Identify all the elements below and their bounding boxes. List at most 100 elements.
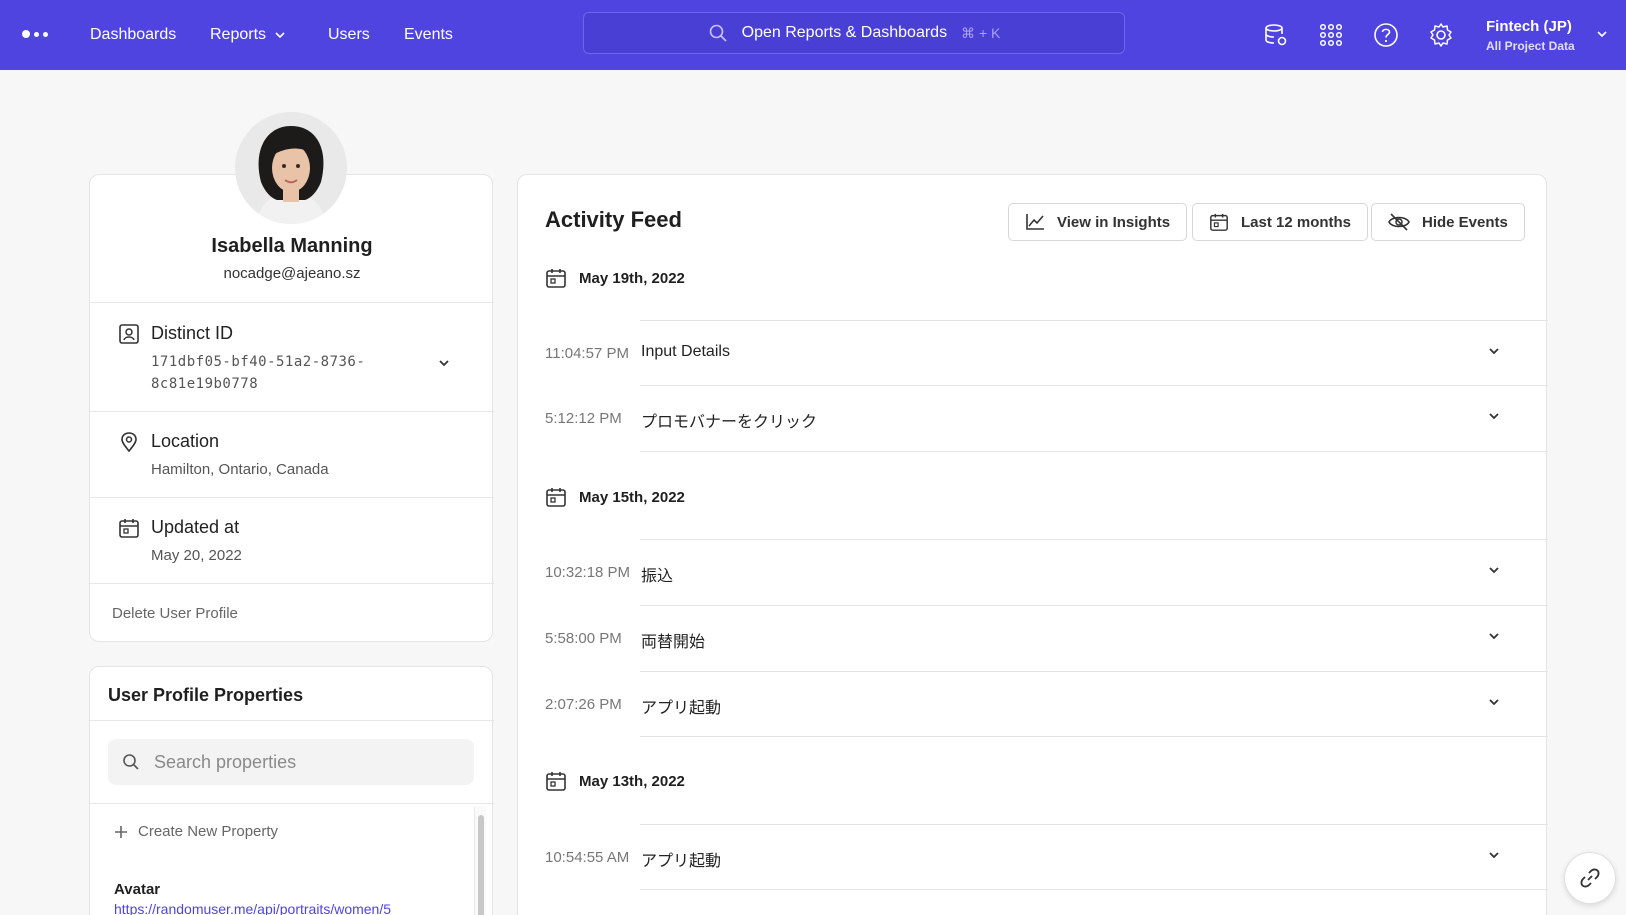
distinct-id-line-2: 8c81e19b0778 — [151, 376, 259, 392]
day-header: May 13th, 2022 — [545, 770, 685, 792]
project-scope: All Project Data — [1486, 39, 1575, 53]
event-row[interactable]: 10:32:18 PM 振込 — [518, 540, 1548, 604]
settings-icon[interactable] — [1428, 22, 1454, 48]
chevron-down-icon[interactable] — [1596, 30, 1608, 38]
nav-events[interactable]: Events — [404, 26, 453, 44]
event-name: アプリ起動 — [641, 853, 722, 870]
chevron-down-icon[interactable] — [1488, 632, 1500, 640]
nav-events-label: Events — [404, 26, 453, 43]
event-time: 11:04:57 PM — [545, 345, 629, 362]
chevron-down-icon[interactable] — [438, 359, 450, 367]
properties-search-input[interactable] — [154, 751, 454, 773]
project-selector[interactable]: Fintech (JP) All Project Data — [1486, 18, 1575, 53]
link-icon — [1580, 868, 1600, 888]
nav-reports-label: Reports — [210, 26, 267, 43]
day-date: May 19th, 2022 — [579, 269, 685, 287]
updated-at-value: May 20, 2022 — [151, 547, 242, 564]
properties-title: User Profile Properties — [108, 685, 304, 705]
avatar-portrait-image — [235, 112, 347, 224]
divider — [90, 497, 494, 498]
create-new-property-button[interactable]: Create New Property — [114, 823, 278, 840]
location-label: Location — [151, 431, 220, 451]
avatar — [235, 112, 347, 224]
date-range-button[interactable]: Last 12 months — [1192, 203, 1369, 241]
calendar-icon — [546, 488, 566, 507]
create-new-property-label: Create New Property — [138, 823, 279, 840]
nav-dashboards[interactable]: Dashboards — [90, 26, 176, 44]
day-header: May 19th, 2022 — [545, 267, 685, 289]
nav-users-label: Users — [328, 26, 370, 43]
global-search-bar[interactable]: Open Reports & Dashboards ⌘ + K — [583, 12, 1125, 54]
calendar-icon — [119, 519, 139, 538]
event-row[interactable]: 10:54:55 AM アプリ起動 — [518, 825, 1548, 889]
plus-icon — [115, 825, 127, 838]
event-row[interactable]: 5:12:12 PM プロモバナーをクリック — [518, 386, 1548, 450]
chevron-down-icon[interactable] — [1488, 412, 1500, 420]
chevron-down-icon[interactable] — [1488, 851, 1500, 859]
eye-off-icon — [1388, 213, 1410, 231]
view-in-insights-button[interactable]: View in Insights — [1008, 203, 1188, 241]
event-name: 振込 — [641, 568, 674, 585]
avatar-property-url[interactable]: https://randomuser.me/api/portraits/wome… — [114, 901, 450, 915]
scrollbar-thumb[interactable] — [478, 815, 484, 915]
search-label: Open Reports & Dashboards — [741, 24, 948, 41]
hide-events-button[interactable]: Hide Events — [1371, 203, 1525, 241]
event-row[interactable]: 11:04:57 PM Input Details — [518, 321, 1548, 385]
calendar-icon — [546, 772, 566, 791]
activity-feed-title: Activity Feed — [545, 207, 682, 232]
day-date: May 13th, 2022 — [579, 772, 685, 790]
event-row[interactable]: 5:58:00 PM 両替開始 — [518, 606, 1548, 670]
project-name: Fintech (JP) — [1486, 18, 1572, 35]
location-pin-icon — [121, 432, 137, 453]
distinct-id-value: 171dbf05-bf40-51a2-8736- 8c81e19b0778 — [151, 351, 365, 395]
data-management-icon[interactable] — [1263, 22, 1289, 48]
distinct-id-row: Distinct ID 171dbf05-bf40-51a2-8736- 8c8… — [118, 323, 478, 407]
search-icon — [123, 754, 139, 770]
nav-users[interactable]: Users — [328, 26, 370, 44]
help-icon[interactable] — [1373, 22, 1399, 48]
event-time: 5:12:12 PM — [545, 410, 622, 427]
day-date: May 15th, 2022 — [579, 488, 685, 506]
event-name: Input Details — [641, 343, 730, 360]
location-row: Location Hamilton, Ontario, Canada — [118, 431, 478, 491]
apps-grid-icon[interactable] — [1318, 22, 1344, 48]
search-shortcut-hint: ⌘ + K — [961, 24, 1001, 41]
user-name: Isabella Manning — [211, 235, 373, 257]
day-header: May 15th, 2022 — [545, 486, 685, 508]
app-logo-icon[interactable] — [22, 30, 48, 38]
event-row[interactable]: 2:07:26 PM アプリ起動 — [518, 672, 1548, 736]
event-time: 10:32:18 PM — [545, 564, 631, 581]
divider — [90, 302, 494, 303]
nav-reports[interactable]: Reports — [210, 26, 286, 44]
delete-user-profile-link[interactable]: Delete User Profile — [112, 605, 238, 622]
divider — [90, 583, 494, 584]
divider — [90, 720, 494, 721]
view-in-insights-label: View in Insights — [1057, 213, 1171, 231]
divider — [90, 803, 494, 804]
calendar-icon — [546, 269, 566, 288]
divider — [640, 451, 1548, 452]
copy-link-button[interactable] — [1564, 852, 1616, 904]
event-name: アプリ起動 — [641, 700, 722, 717]
nav-dashboards-label: Dashboards — [90, 26, 177, 43]
chevron-down-icon[interactable] — [1488, 698, 1500, 706]
divider — [640, 889, 1548, 890]
top-navigation-bar: Dashboards Reports Users Events Open Rep… — [0, 0, 1626, 70]
properties-search-box — [108, 739, 474, 785]
chevron-down-icon[interactable] — [1488, 347, 1500, 355]
user-profile-properties-card: User Profile Properties Create New Prope… — [89, 666, 494, 915]
location-value: Hamilton, Ontario, Canada — [151, 461, 329, 478]
user-profile-card: Isabella Manning nocadge@ajeano.sz Disti… — [89, 174, 494, 642]
properties-scrollbar[interactable] — [474, 807, 486, 915]
id-badge-icon — [119, 324, 139, 344]
event-time: 5:58:00 PM — [545, 630, 622, 647]
hide-events-label: Hide Events — [1422, 213, 1508, 231]
event-time: 2:07:26 PM — [545, 696, 622, 713]
calendar-icon — [1210, 213, 1228, 231]
event-name: 両替開始 — [641, 634, 706, 651]
activity-feed-card: Activity Feed View in Insights Last 12 m… — [517, 174, 1548, 915]
line-chart-icon — [1026, 214, 1044, 230]
chevron-down-icon[interactable] — [1488, 566, 1500, 574]
divider — [90, 411, 494, 412]
event-time: 10:54:55 AM — [545, 849, 630, 866]
